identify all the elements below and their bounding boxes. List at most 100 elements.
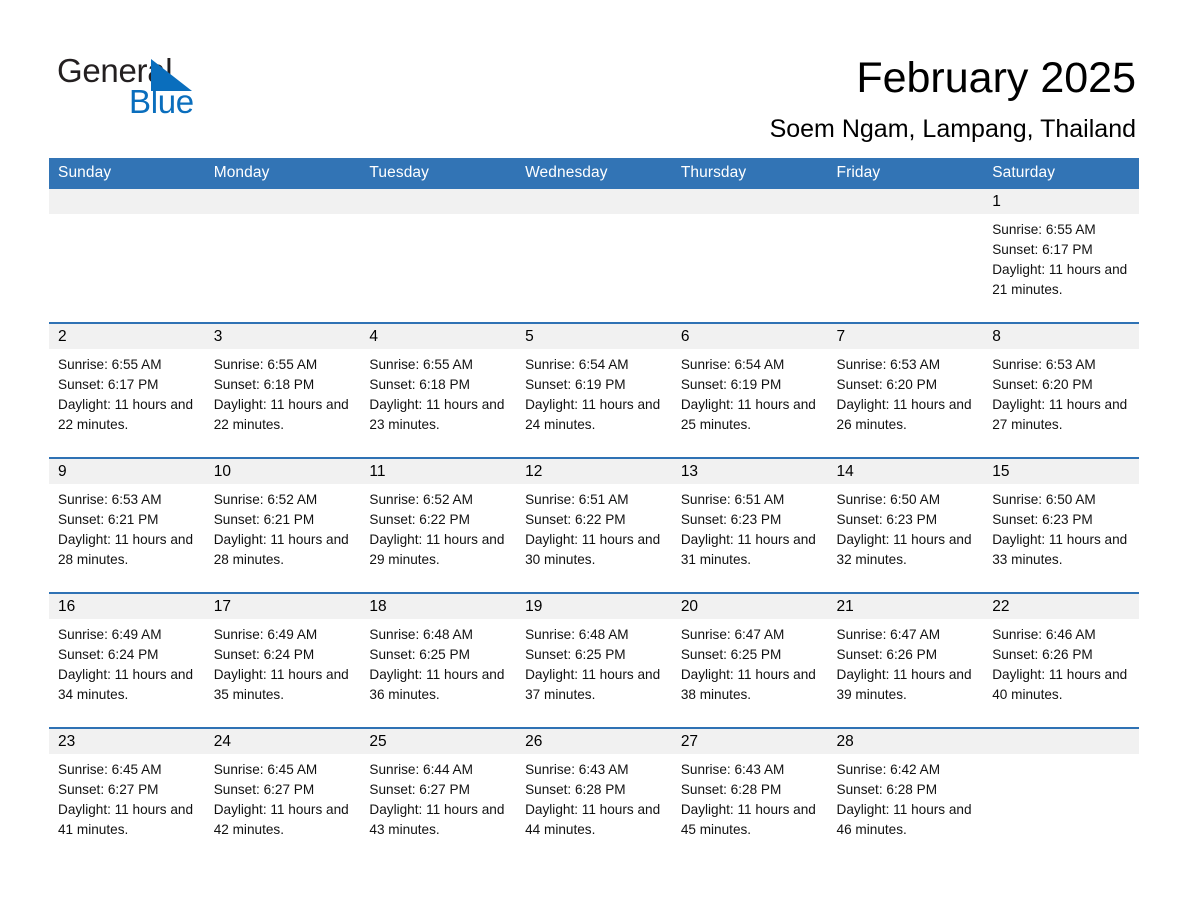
day-cell[interactable]: 21 Sunrise: 6:47 AM Sunset: 6:26 PM Dayligh… xyxy=(827,592,984,728)
day-number: 18 xyxy=(360,594,517,619)
weekday-header-friday: Friday xyxy=(827,158,984,189)
day-cell[interactable]: 6 Sunrise: 6:54 AM Sunset: 6:19 PM Daylight… xyxy=(671,322,828,458)
day-cell[interactable] xyxy=(671,189,828,323)
sunrise-text: Sunrise: 6:54 AM xyxy=(525,357,629,372)
day-cell[interactable]: 24 Sunrise: 6:45 AM Sunset: 6:27 PM Dayligh… xyxy=(204,727,361,862)
day-cell[interactable]: 4 Sunrise: 6:55 AM Sunset: 6:18 PM Daylight… xyxy=(360,322,517,458)
sunset-text: Sunset: 6:24 PM xyxy=(58,647,159,662)
daylight-text: Daylight: 11 hours and 39 minutes. xyxy=(836,667,972,702)
week-row: 23 Sunrise: 6:45 AM Sunset: 6:27 PM Dayligh… xyxy=(49,727,1139,862)
sunrise-text: Sunrise: 6:48 AM xyxy=(369,627,473,642)
daylight-text: Daylight: 11 hours and 34 minutes. xyxy=(58,667,194,702)
day-cell[interactable]: 12 Sunrise: 6:51 AM Sunset: 6:22 PM Dayligh… xyxy=(516,457,672,593)
sunset-text: Sunset: 6:25 PM xyxy=(525,647,626,662)
day-number: 28 xyxy=(827,729,984,754)
weekday-header-sunday: Sunday xyxy=(49,158,205,189)
day-number: 6 xyxy=(671,324,828,349)
day-number: 5 xyxy=(516,324,672,349)
day-cell[interactable]: 22 Sunrise: 6:46 AM Sunset: 6:26 PM Dayligh… xyxy=(983,592,1139,728)
title-block: February 2025 Soem Ngam, Lampang, Thaila… xyxy=(436,52,1136,146)
day-cell[interactable]: 28 Sunrise: 6:42 AM Sunset: 6:28 PM Dayligh… xyxy=(827,727,984,862)
sunset-text: Sunset: 6:19 PM xyxy=(680,377,782,392)
day-number: 24 xyxy=(204,729,361,754)
day-number: 2 xyxy=(49,324,205,349)
day-cell[interactable]: 19 Sunrise: 6:48 AM Sunset: 6:25 PM Dayligh… xyxy=(516,592,672,728)
day-cell[interactable]: 7 Sunrise: 6:53 AM Sunset: 6:20 PM Daylight… xyxy=(827,322,984,458)
daylight-text: Daylight: 11 hours and 41 minutes. xyxy=(58,802,194,837)
daylight-text: Daylight: 11 hours and 30 minutes. xyxy=(525,532,661,567)
sunset-text: Sunset: 6:27 PM xyxy=(213,782,315,797)
day-cell[interactable] xyxy=(49,189,205,323)
sunrise-text: Sunrise: 6:46 AM xyxy=(992,627,1096,642)
sunset-text: Sunset: 6:25 PM xyxy=(369,647,470,662)
day-cell[interactable]: 11 Sunrise: 6:52 AM Sunset: 6:22 PM Dayligh… xyxy=(360,457,517,593)
daylight-text: Daylight: 11 hours and 27 minutes. xyxy=(992,397,1128,432)
sunrise-text: Sunrise: 6:49 AM xyxy=(58,627,162,642)
daylight-text: Daylight: 11 hours and 36 minutes. xyxy=(369,667,505,702)
calendar-page: General Blue February 2025 Soem Ngam, La… xyxy=(0,0,1188,918)
sunrise-text: Sunrise: 6:55 AM xyxy=(213,357,318,372)
day-cell[interactable]: 20 Sunrise: 6:47 AM Sunset: 6:25 PM Dayligh… xyxy=(671,592,828,728)
sunrise-text: Sunrise: 6:50 AM xyxy=(836,492,941,507)
day-cell[interactable]: 17 Sunrise: 6:49 AM Sunset: 6:24 PM Dayligh… xyxy=(204,592,361,728)
day-cell[interactable]: 25 Sunrise: 6:44 AM Sunset: 6:27 PM Dayligh… xyxy=(360,727,517,862)
sunset-text: Sunset: 6:27 PM xyxy=(58,782,159,797)
day-number xyxy=(983,729,1139,754)
week-row: 16 Sunrise: 6:49 AM Sunset: 6:24 PM Dayligh… xyxy=(49,592,1139,728)
sunset-text: Sunset: 6:20 PM xyxy=(836,377,938,392)
day-cell[interactable]: 2 Sunrise: 6:55 AM Sunset: 6:17 PM Daylight… xyxy=(49,322,205,458)
daylight-text: Daylight: 11 hours and 23 minutes. xyxy=(369,397,505,432)
day-number: 13 xyxy=(671,459,828,484)
sunrise-text: Sunrise: 6:55 AM xyxy=(369,357,473,372)
sunset-text: Sunset: 6:24 PM xyxy=(213,647,315,662)
day-number xyxy=(671,189,828,214)
day-number: 7 xyxy=(827,324,984,349)
day-number xyxy=(360,189,517,214)
sunrise-text: Sunrise: 6:45 AM xyxy=(58,762,162,777)
week-row: 1 Sunrise: 6:55 AM Sunset: 6:17 PM Daylight… xyxy=(49,189,1139,323)
daylight-text: Daylight: 11 hours and 45 minutes. xyxy=(680,802,816,837)
day-cell[interactable] xyxy=(827,189,984,323)
day-cell[interactable]: 13 Sunrise: 6:51 AM Sunset: 6:23 PM Dayligh… xyxy=(671,457,828,593)
day-cell[interactable]: 8 Sunrise: 6:53 AM Sunset: 6:20 PM Daylight… xyxy=(983,322,1139,458)
day-cell[interactable]: 1 Sunrise: 6:55 AM Sunset: 6:17 PM Daylight… xyxy=(983,189,1139,323)
day-number: 8 xyxy=(983,324,1139,349)
day-number: 22 xyxy=(983,594,1139,619)
day-number: 3 xyxy=(204,324,361,349)
sunset-text: Sunset: 6:26 PM xyxy=(836,647,938,662)
sunset-text: Sunset: 6:28 PM xyxy=(525,782,626,797)
day-cell[interactable]: 15 Sunrise: 6:50 AM Sunset: 6:23 PM Dayligh… xyxy=(983,457,1139,593)
day-cell[interactable]: 14 Sunrise: 6:50 AM Sunset: 6:23 PM Dayligh… xyxy=(827,457,984,593)
day-cell[interactable] xyxy=(204,189,361,323)
day-cell[interactable] xyxy=(360,189,517,323)
weekday-header-thursday: Thursday xyxy=(671,158,828,189)
sunset-text: Sunset: 6:22 PM xyxy=(369,512,470,527)
day-number: 15 xyxy=(983,459,1139,484)
day-cell[interactable]: 9 Sunrise: 6:53 AM Sunset: 6:21 PM Daylight… xyxy=(49,457,205,593)
day-cell[interactable] xyxy=(516,189,672,323)
day-cell[interactable]: 26 Sunrise: 6:43 AM Sunset: 6:28 PM Dayligh… xyxy=(516,727,672,862)
day-cell[interactable]: 18 Sunrise: 6:48 AM Sunset: 6:25 PM Dayligh… xyxy=(360,592,517,728)
day-cell[interactable]: 5 Sunrise: 6:54 AM Sunset: 6:19 PM Daylight… xyxy=(516,322,672,458)
day-cell[interactable]: 3 Sunrise: 6:55 AM Sunset: 6:18 PM Daylight… xyxy=(204,322,361,458)
day-cell[interactable]: 23 Sunrise: 6:45 AM Sunset: 6:27 PM Dayligh… xyxy=(49,727,205,862)
sunrise-text: Sunrise: 6:51 AM xyxy=(680,492,785,507)
sunrise-text: Sunrise: 6:45 AM xyxy=(213,762,318,777)
day-cell[interactable]: 10 Sunrise: 6:52 AM Sunset: 6:21 PM Dayligh… xyxy=(204,457,361,593)
calendar-grid: Sunday Monday Tuesday Wednesday Thursday… xyxy=(49,158,1139,862)
day-cell[interactable] xyxy=(983,727,1139,862)
sunrise-text: Sunrise: 6:53 AM xyxy=(992,357,1096,372)
day-number: 1 xyxy=(983,189,1139,214)
daylight-text: Daylight: 11 hours and 28 minutes. xyxy=(58,532,194,567)
day-number: 19 xyxy=(516,594,672,619)
day-cell[interactable]: 16 Sunrise: 6:49 AM Sunset: 6:24 PM Dayligh… xyxy=(49,592,205,728)
sunset-text: Sunset: 6:28 PM xyxy=(836,782,938,797)
weekday-header-row: Sunday Monday Tuesday Wednesday Thursday… xyxy=(49,158,1139,189)
daylight-text: Daylight: 11 hours and 43 minutes. xyxy=(369,802,505,837)
sunrise-text: Sunrise: 6:43 AM xyxy=(525,762,629,777)
general-blue-logo[interactable]: General Blue xyxy=(57,52,357,122)
sunrise-text: Sunrise: 6:49 AM xyxy=(213,627,318,642)
sunset-text: Sunset: 6:28 PM xyxy=(680,782,782,797)
day-number xyxy=(49,189,205,214)
day-cell[interactable]: 27 Sunrise: 6:43 AM Sunset: 6:28 PM Dayligh… xyxy=(671,727,828,862)
